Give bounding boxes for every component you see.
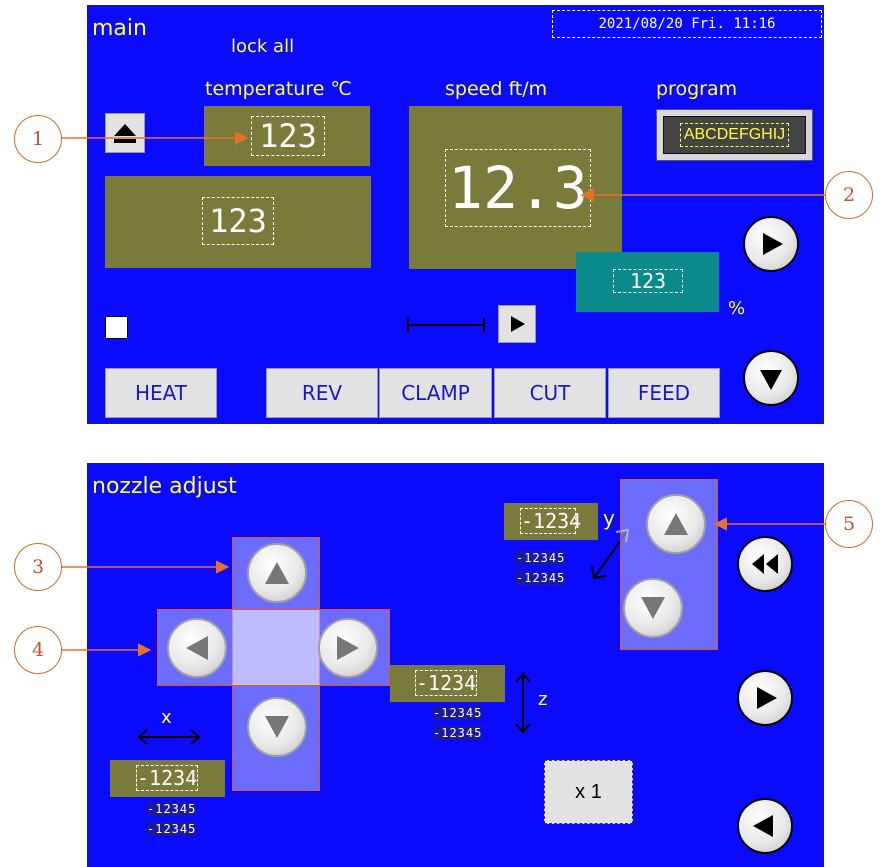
cut-button[interactable]: CUT (494, 368, 606, 418)
x-value[interactable]: -1234 (136, 765, 198, 791)
speed-label: speed ft/m (445, 78, 548, 100)
next-page-button[interactable] (743, 216, 799, 272)
program-inner: ABCDEFGHIJ (663, 116, 806, 154)
main-title: main (92, 16, 147, 41)
y-sub-value-1: -12345 (516, 551, 566, 565)
triangle-down-icon (265, 716, 289, 738)
z-axis-label: z (538, 689, 548, 710)
nozzle-title: nozzle adjust (92, 474, 237, 499)
step-forward-button[interactable] (498, 305, 536, 343)
y-down-button[interactable] (623, 578, 683, 638)
forward-button[interactable] (737, 670, 793, 726)
x-axis-arrow-icon (137, 729, 201, 745)
play-left-icon (753, 815, 773, 837)
callout-5: 5 (825, 500, 873, 548)
dpad-up-button[interactable] (247, 543, 307, 603)
dpad-center (233, 610, 319, 685)
y-up-button[interactable] (646, 494, 706, 554)
play-right-icon (763, 233, 783, 255)
callout-2: 2 (825, 171, 873, 219)
triangle-right-icon (337, 636, 359, 660)
triangle-up-icon (265, 562, 289, 584)
datetime-text: 2021/08/20 Fri. 11:16 (598, 16, 776, 32)
y-sub-value-2: -12345 (516, 571, 566, 585)
program-label: program (656, 78, 738, 100)
play-right-icon (511, 316, 525, 332)
play-right-icon (757, 687, 777, 709)
program-button[interactable]: ABCDEFGHIJ (656, 109, 813, 161)
z-axis-arrow-icon (515, 672, 531, 734)
play-down-icon (760, 370, 782, 390)
main-panel: main 2021/08/20 Fri. 11:16 lock all temp… (87, 5, 824, 424)
z-sub-value-2: -12345 (433, 726, 483, 740)
y-display: -1234 (504, 503, 598, 540)
callout-4: 4 (14, 626, 62, 674)
y-value[interactable]: -1234 (520, 508, 581, 534)
percent-unit: % (728, 298, 746, 319)
percent-value[interactable]: 123 (613, 269, 683, 293)
clamp-button[interactable]: CLAMP (379, 368, 492, 418)
nozzle-panel: nozzle adjust -1234 y -12345 -12345 -123… (87, 463, 824, 867)
rewind-icon (752, 554, 778, 574)
x-axis-label: x (161, 707, 172, 728)
percent-display: 123 (576, 252, 719, 312)
multiplier-button[interactable]: x 1 (544, 760, 633, 824)
dpad-down-button[interactable] (247, 697, 307, 757)
callout-3: 3 (14, 543, 62, 591)
step-indicator (406, 316, 488, 334)
z-sub-value-1: -12345 (433, 706, 483, 720)
scroll-down-button[interactable] (743, 350, 799, 406)
eject-icon (114, 124, 136, 143)
temperature-value-bottom[interactable]: 123 (202, 197, 274, 245)
speed-value[interactable]: 12.3 (445, 149, 591, 227)
temperature-label: temperature ℃ (205, 78, 352, 100)
eject-button[interactable] (105, 113, 145, 153)
rev-button[interactable]: REV (266, 368, 378, 418)
temperature-value-top[interactable]: 123 (251, 116, 325, 156)
feed-button[interactable]: FEED (608, 368, 720, 418)
back-button[interactable] (737, 798, 793, 854)
x-sub-value-2: -12345 (147, 822, 197, 836)
step-line-icon (407, 318, 485, 332)
speed-display: 12.3 (409, 106, 622, 269)
datetime-display: 2021/08/20 Fri. 11:16 (552, 10, 822, 38)
x-sub-value-1: -12345 (147, 802, 197, 816)
triangle-left-icon (186, 636, 208, 660)
temperature-display-top: 123 (204, 106, 370, 166)
z-display: -1234 (390, 665, 505, 702)
checkbox[interactable] (105, 316, 128, 339)
rewind-button[interactable] (737, 536, 793, 592)
multiplier-label: x 1 (575, 780, 602, 803)
dpad-right-button[interactable] (318, 618, 378, 678)
x-display: -1234 (110, 760, 225, 797)
temperature-display-bottom: 123 (105, 176, 371, 268)
triangle-down-icon (641, 597, 665, 619)
triangle-up-icon (664, 513, 688, 535)
lock-all-label[interactable]: lock all (231, 36, 294, 57)
heat-button[interactable]: HEAT (105, 368, 217, 418)
program-value: ABCDEFGHIJ (679, 123, 790, 147)
dpad-left-button[interactable] (167, 618, 227, 678)
y-adjust-group (620, 479, 718, 650)
z-value[interactable]: -1234 (415, 670, 477, 696)
callout-1: 1 (14, 115, 62, 163)
